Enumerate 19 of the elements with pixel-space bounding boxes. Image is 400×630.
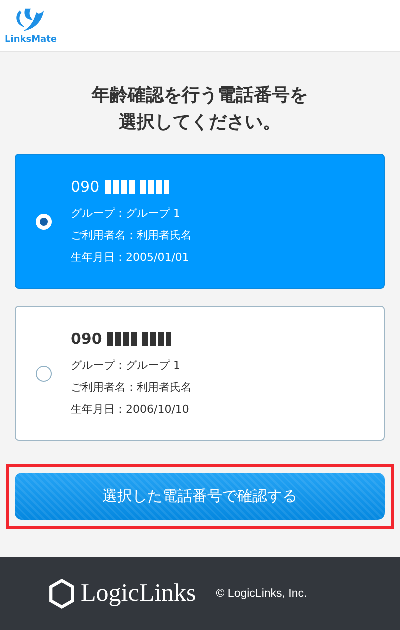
hexagon-logo-icon (48, 578, 76, 610)
logo-text: LinksMate (5, 34, 58, 44)
confirm-button[interactable]: 選択した電話番号で確認する (15, 473, 385, 520)
group-text: グループ：グループ 1 (71, 206, 182, 221)
birthday-text: 生年月日：2006/10/10 (71, 402, 190, 417)
phone-number-card[interactable]: 090 グループ：グループ 1 ご利用者名：利用者氏名 生年月日：2006/10/10 (15, 306, 385, 441)
phone-prefix: 090 (71, 178, 100, 196)
page-title: 年齢確認を行う電話番号を 選択してください。 (92, 84, 308, 135)
birthday-text: 生年月日：2005/01/01 (71, 250, 190, 265)
user-name-text: ご利用者名：利用者氏名 (71, 380, 192, 395)
phone-number-card[interactable]: 090 グループ：グループ 1 ご利用者名：利用者氏名 生年月日：2005/01/01 (15, 154, 385, 289)
radio-button[interactable] (36, 366, 52, 382)
redacted-digits (104, 180, 169, 194)
user-name-text: ご利用者名：利用者氏名 (71, 228, 192, 243)
redacted-digits (107, 332, 172, 346)
group-text: グループ：グループ 1 (71, 358, 182, 373)
phone-prefix: 090 (71, 330, 102, 348)
copyright-text: © LogicLinks, Inc. (216, 588, 308, 600)
footer-logo-text: LogicLinks (81, 580, 196, 608)
